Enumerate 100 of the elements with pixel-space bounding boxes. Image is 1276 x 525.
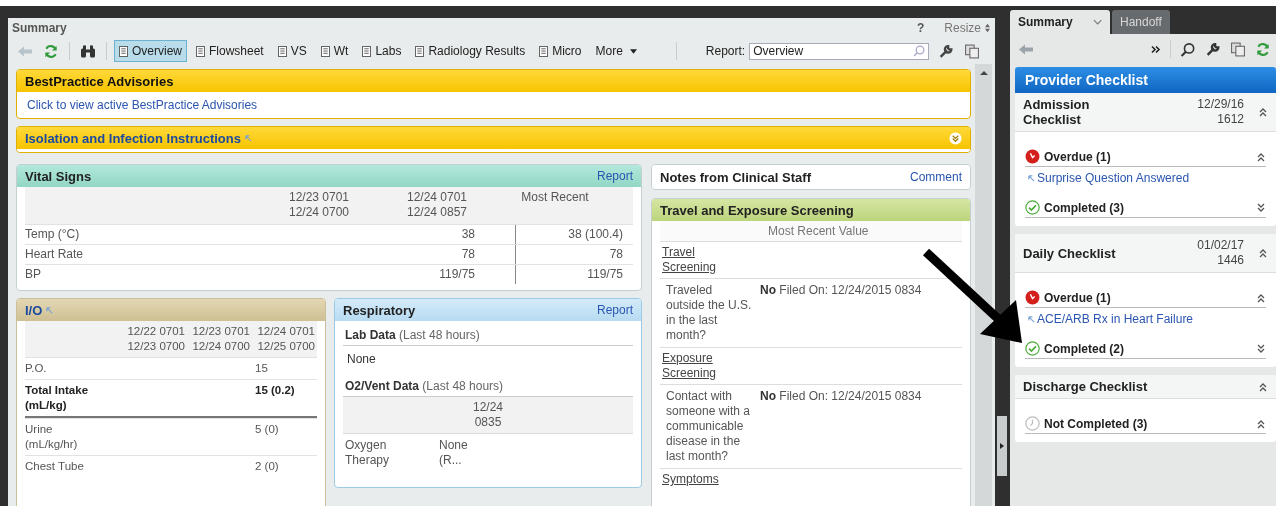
report-link[interactable]: Report <box>596 169 633 183</box>
report-field[interactable]: Overview <box>749 42 930 60</box>
panel-tab[interactable]: Summary <box>1010 10 1110 34</box>
caret-icon[interactable] <box>629 48 637 54</box>
collapse-icon[interactable] <box>1256 292 1266 303</box>
table-cell: 15 (0.2) <box>255 384 295 396</box>
answer-text: No Filed On: 12/24/2015 0834 <box>760 389 922 405</box>
resize-button[interactable]: Resize <box>944 21 981 35</box>
table-cell: 119/75 <box>439 267 475 281</box>
report-label: Report: <box>705 44 746 58</box>
toolbar-tab[interactable]: Wt <box>315 40 354 62</box>
checklist-date: 12/29/16 1612 <box>1197 97 1244 127</box>
link-arrow-icon <box>1028 174 1035 182</box>
column-header: 12/22 0701 12/23 0700 <box>126 324 185 354</box>
column-header: Most Recent <box>520 190 590 205</box>
document-icon <box>539 45 549 57</box>
toolbar-tab[interactable]: VS <box>272 40 312 62</box>
document-icon <box>415 45 425 57</box>
expand-icon[interactable] <box>1256 343 1266 354</box>
status-label: Completed (3) <box>1044 200 1124 215</box>
checklist-title: Daily Checklist <box>1023 245 1116 261</box>
advisories-link[interactable]: Click to view active BestPractice Advisories <box>27 98 258 112</box>
expand-icon[interactable] <box>1256 202 1266 213</box>
toolbar-tab[interactable]: Overview <box>114 40 187 62</box>
row-label: P.O. <box>25 361 48 376</box>
column-header: 12/23 0701 12/24 0700 <box>287 190 351 220</box>
table-cell: 119/75 <box>587 267 623 281</box>
toolbar-tab[interactable]: Labs <box>357 40 407 62</box>
row-label: Total Intake (mL/kg) <box>25 383 90 413</box>
table-cell: 78 <box>461 247 475 261</box>
expand-icon[interactable] <box>1000 443 1004 449</box>
row-label: Oxygen Therapy <box>345 438 391 468</box>
table-cell-text: None (R... <box>439 438 469 468</box>
expand-handle[interactable] <box>997 416 1007 476</box>
wrench-icon[interactable] <box>938 43 955 59</box>
check-circle-icon <box>1025 341 1040 356</box>
toolbar-tab[interactable]: Micro <box>534 40 587 62</box>
collapse-icon[interactable] <box>1256 151 1266 162</box>
section-link[interactable]: Travel Screening <box>662 245 742 275</box>
row-label: BP <box>25 266 42 283</box>
wrench-icon[interactable] <box>1205 41 1221 57</box>
checklist-item-link[interactable]: Surprise Question Answered <box>1037 171 1190 185</box>
row-label: Urine (mL/kg/hr) <box>25 422 79 452</box>
scrollbar[interactable] <box>975 64 992 506</box>
overflow-icon[interactable] <box>1151 44 1161 54</box>
overdue-icon <box>1025 290 1040 305</box>
card-title: Notes from Clinical Staff <box>660 169 811 185</box>
collapse-icon[interactable] <box>1258 248 1268 258</box>
card-title: Vital Signs <box>25 168 92 184</box>
status-label: Overdue (1) <box>1044 290 1111 305</box>
document-icon <box>320 45 330 57</box>
binoculars-icon[interactable] <box>80 43 96 59</box>
document-icon <box>362 45 372 57</box>
link-arrow-icon <box>46 306 54 314</box>
comment-link[interactable]: Comment <box>910 170 962 184</box>
column-header: 12/24 0701 12/25 0700 <box>256 324 315 354</box>
search-icon[interactable] <box>1180 41 1196 57</box>
column-header: 12/24 0835 <box>472 400 504 430</box>
card-title: I/O <box>25 302 43 318</box>
toolbar-tab[interactable]: Radiology Results <box>410 40 531 62</box>
question-label: Traveled outside the U.S. in the last month? <box>666 283 753 343</box>
lab-value: None <box>346 351 377 368</box>
report-link[interactable]: Report <box>596 303 633 317</box>
panel-tab[interactable]: Handoff <box>1112 10 1170 34</box>
card-title: Isolation and Infection Instructions <box>25 130 241 146</box>
check-circle-icon <box>1025 200 1040 215</box>
document-icon <box>196 45 205 57</box>
help-button[interactable]: ? <box>916 21 925 35</box>
card-title: Respiratory <box>343 302 416 318</box>
section-link[interactable]: Symptoms <box>662 472 742 487</box>
checklist-title: Provider Checklist <box>1025 72 1148 88</box>
row-label: Temp (°C) <box>25 226 81 243</box>
collapse-icon[interactable] <box>1256 418 1266 429</box>
scroll-up-icon[interactable] <box>978 70 989 76</box>
copy-icon[interactable] <box>964 43 981 59</box>
link-arrow-icon <box>244 134 252 142</box>
section-link[interactable]: Exposure Screening <box>662 351 742 381</box>
refresh-icon[interactable] <box>43 43 59 59</box>
question-label: Contact with someone with a communicable disease in the last month? <box>666 389 752 464</box>
toolbar-tab[interactable]: Flowsheet <box>191 40 269 62</box>
status-label: Completed (2) <box>1044 341 1124 356</box>
more-menu[interactable]: More <box>590 40 642 62</box>
column-header: 12/24 0701 12/24 0857 <box>405 190 469 220</box>
resize-icon[interactable] <box>984 23 991 33</box>
document-icon <box>119 45 128 57</box>
table-cell: 5 (0) <box>255 423 279 435</box>
clock-icon <box>1025 416 1040 431</box>
copy-icon[interactable] <box>1230 41 1246 57</box>
column-header: Most Recent Value <box>768 224 869 238</box>
card-title: BestPractice Advisories <box>25 73 174 89</box>
link-arrow-icon <box>1028 315 1035 323</box>
refresh-icon[interactable] <box>1255 41 1271 57</box>
table-cell: 38 <box>461 227 475 241</box>
column-header: 12/23 0701 12/24 0700 <box>191 324 250 354</box>
checklist-title: Admission Checklist <box>1023 97 1091 127</box>
checklist-item-link[interactable]: ACE/ARB Rx in Heart Failure <box>1037 312 1194 326</box>
collapse-icon[interactable] <box>1258 107 1268 117</box>
collapse-icon[interactable] <box>1258 381 1268 392</box>
overdue-icon <box>1025 149 1040 164</box>
document-icon <box>277 45 287 57</box>
